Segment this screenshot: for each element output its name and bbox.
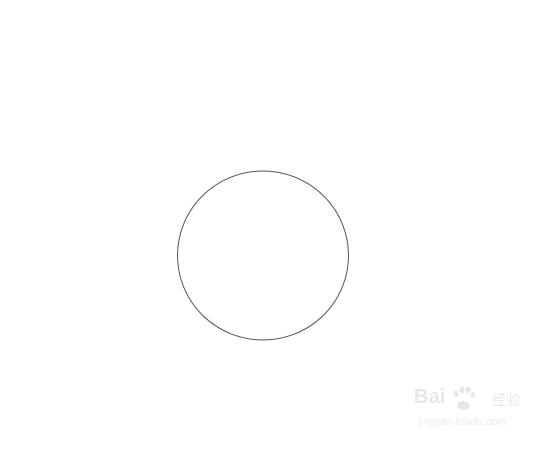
paw-icon (453, 386, 475, 410)
circle-shape[interactable] (177, 170, 349, 341)
watermark-url: jingyan.baidu.com (418, 416, 507, 428)
watermark-brand-suffix: 经验 (492, 393, 520, 409)
baidu-jingyan-watermark: Bai 经验 jingyan.baidu.com (414, 386, 524, 442)
watermark-brand-text: Bai (414, 386, 446, 408)
drawing-canvas: Bai 经验 jingyan.baidu.com (0, 0, 552, 460)
